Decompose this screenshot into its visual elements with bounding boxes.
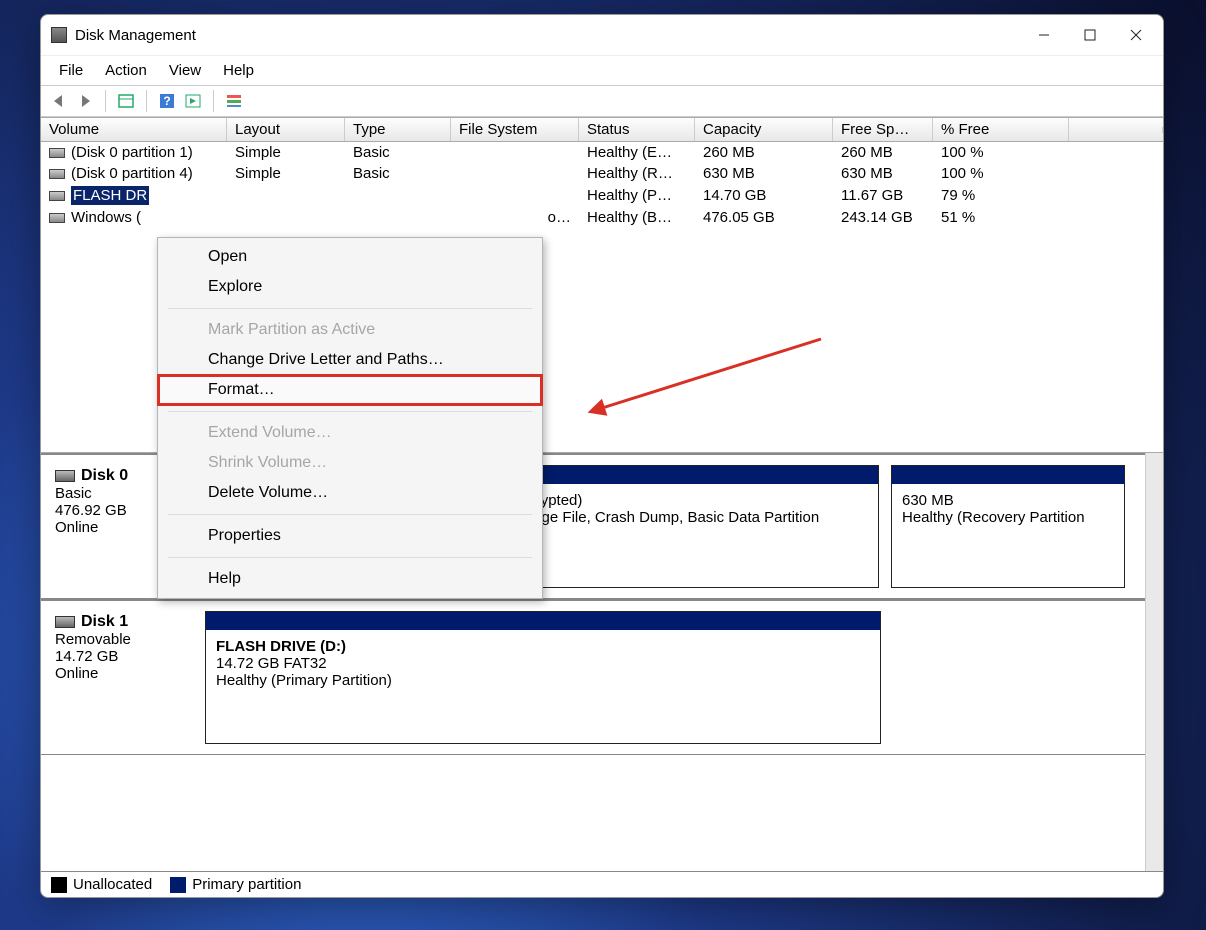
vertical-scrollbar[interactable] (1145, 453, 1163, 871)
col-filesystem[interactable]: File System (451, 118, 579, 141)
menubar: File Action View Help (41, 55, 1163, 85)
svg-text:?: ? (163, 94, 170, 108)
disk-icon (55, 470, 75, 482)
menu-item-extend: Extend Volume… (158, 418, 542, 448)
forward-icon[interactable] (75, 91, 95, 111)
minimize-button[interactable] (1021, 17, 1067, 53)
disk-info: Disk 1 Removable 14.72 GB Online (41, 601, 205, 754)
partition[interactable]: 630 MB Healthy (Recovery Partition (891, 465, 1125, 588)
legend-unallocated: Unallocated (73, 876, 152, 893)
menu-item-open[interactable]: Open (158, 242, 542, 272)
list-view-icon[interactable] (224, 91, 244, 111)
legend-primary: Primary partition (192, 876, 301, 893)
context-menu: Open Explore Mark Partition as Active Ch… (157, 237, 543, 599)
help-icon[interactable]: ? (157, 91, 177, 111)
volume-name: FLASH DR (71, 186, 149, 205)
volume-row-selected[interactable]: FLASH DR Healthy (P… 14.70 GB 11.67 GB 7… (41, 184, 1163, 207)
col-status[interactable]: Status (579, 118, 695, 141)
refresh-icon[interactable] (183, 91, 203, 111)
volume-name: (Disk 0 partition 1) (71, 144, 193, 161)
disk-row[interactable]: Disk 1 Removable 14.72 GB Online FLASH D… (41, 599, 1145, 755)
volume-row[interactable]: (Disk 0 partition 4) Simple Basic Health… (41, 163, 1163, 184)
menu-item-explore[interactable]: Explore (158, 272, 542, 302)
show-hide-icon[interactable] (116, 91, 136, 111)
col-volume[interactable]: Volume (41, 118, 227, 141)
partition[interactable]: FLASH DRIVE (D:) 14.72 GB FAT32 Healthy … (205, 611, 881, 744)
menu-item-format[interactable]: Format… (158, 375, 542, 405)
menu-file[interactable]: File (49, 58, 93, 83)
col-capacity[interactable]: Capacity (695, 118, 833, 141)
menu-item-delete[interactable]: Delete Volume… (158, 478, 542, 508)
col-freespace[interactable]: Free Sp… (833, 118, 933, 141)
back-icon[interactable] (49, 91, 69, 111)
legend: Unallocated Primary partition (41, 871, 1163, 897)
menu-item-properties[interactable]: Properties (158, 521, 542, 551)
col-pctfree[interactable]: % Free (933, 118, 1069, 141)
menu-item-shrink: Shrink Volume… (158, 448, 542, 478)
toolbar: ? (41, 85, 1163, 117)
volume-row[interactable]: (Disk 0 partition 1) Simple Basic Health… (41, 142, 1163, 163)
volume-row[interactable]: Windows ( o… Healthy (B… 476.05 GB 243.1… (41, 207, 1163, 228)
col-type[interactable]: Type (345, 118, 451, 141)
volume-name: (Disk 0 partition 4) (71, 165, 193, 182)
menu-help[interactable]: Help (213, 58, 264, 83)
menu-action[interactable]: Action (95, 58, 157, 83)
menu-item-mark-active: Mark Partition as Active (158, 315, 542, 345)
menu-item-help[interactable]: Help (158, 564, 542, 594)
app-icon (51, 27, 67, 43)
maximize-button[interactable] (1067, 17, 1113, 53)
drive-icon (49, 148, 65, 158)
col-layout[interactable]: Layout (227, 118, 345, 141)
disk-management-window: Disk Management File Action View Help ? … (40, 14, 1164, 898)
close-button[interactable] (1113, 17, 1159, 53)
drive-icon (49, 191, 65, 201)
menu-view[interactable]: View (159, 58, 211, 83)
titlebar[interactable]: Disk Management (41, 15, 1163, 55)
volume-name: Windows ( (71, 209, 141, 226)
menu-item-change-letter[interactable]: Change Drive Letter and Paths… (158, 345, 542, 375)
disk-icon (55, 616, 75, 628)
window-title: Disk Management (75, 27, 196, 44)
drive-icon (49, 213, 65, 223)
volume-list-header[interactable]: Volume Layout Type File System Status Ca… (41, 117, 1163, 142)
drive-icon (49, 169, 65, 179)
